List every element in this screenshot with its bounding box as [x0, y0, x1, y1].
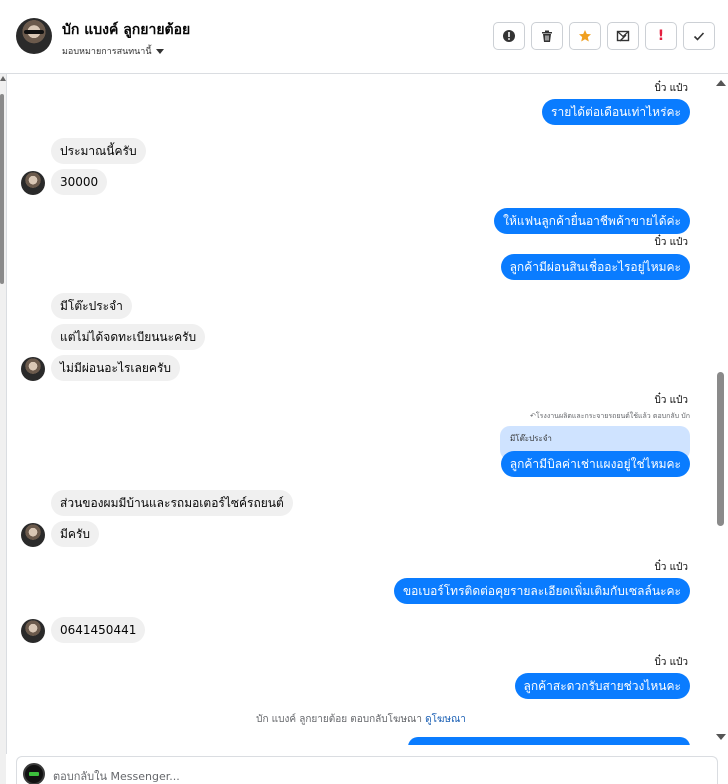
move-to-inbox-button[interactable]	[607, 22, 639, 50]
outer-scroll-thumb[interactable]	[0, 94, 4, 284]
trash-icon	[542, 30, 552, 42]
message-outgoing[interactable]: ลูกค้ามีบิลค่าเช่าแผงอยู่ใช่ไหมคะ	[500, 451, 690, 477]
message-incoming[interactable]: ไม่มีผ่อนอะไรเลยครับ	[51, 355, 181, 381]
conversation-header: บัก แบงค์ ลูกยายต้อย มอบหมายการสนทนานี้ …	[0, 0, 728, 74]
message-outgoing[interactable]: รายได้ต่อเดือนเท่าไหร่คะ	[542, 99, 690, 125]
message-outgoing-partial[interactable]	[408, 737, 690, 745]
contact-avatar-small[interactable]	[21, 523, 45, 547]
contact-name[interactable]: บัก แบงค์ ลูกยายต้อย	[62, 19, 190, 41]
exclamation-icon: !	[657, 28, 665, 44]
check-icon	[693, 32, 705, 41]
message-incoming[interactable]: ส่วนของผมมีบ้านและรถมอเตอร์ไซค์รถยนต์	[51, 490, 293, 516]
message-outgoing[interactable]: ให้แฟนลูกค้ายื่นอาชีพค้าขายได้ค่ะ	[494, 208, 690, 234]
contact-avatar-small[interactable]	[21, 171, 45, 195]
reply-note: ↶โรงงานผลิตและกระจายรถยนต์ใช้แล้ว ตอบกลั…	[530, 412, 690, 420]
contact-avatar-small[interactable]	[21, 357, 45, 381]
message-outgoing[interactable]: ลูกค้ามีผ่อนสินเชื่ออะไรอยู่ไหมคะ	[500, 254, 690, 280]
conversation-toolbar: !	[493, 22, 715, 50]
message-outgoing[interactable]: ลูกค้าสะดวกรับสายช่วงไหนคะ	[514, 673, 690, 699]
mail-x-icon	[616, 30, 630, 42]
view-ad-link[interactable]: ดูโฆษณา	[425, 714, 466, 725]
report-button[interactable]	[493, 22, 525, 50]
mark-done-button[interactable]	[683, 22, 715, 50]
contact-avatar-small[interactable]	[21, 619, 45, 643]
message-thread[interactable]: บิ๋ว แป๋ว รายได้ต่อเดือนเท่าไหร่คะ ประมา…	[8, 75, 714, 745]
caret-down-icon	[155, 49, 164, 54]
scroll-up-icon[interactable]	[716, 80, 726, 86]
delete-button[interactable]	[531, 22, 563, 50]
message-incoming[interactable]: แต่ไม่ได้จดทะเบียนนะครับ	[51, 324, 206, 350]
thread-scroll-thumb[interactable]	[717, 372, 724, 526]
ad-reply-line: บัก แบงค์ ลูกยายต้อย ตอบกลับโฆษณา ดูโฆษณ…	[8, 712, 714, 727]
ad-reply-text: บัก แบงค์ ลูกยายต้อย ตอบกลับโฆษณา	[256, 714, 422, 725]
star-icon	[579, 30, 591, 42]
sender-name: บิ๋ว แป๋ว	[654, 562, 688, 573]
message-composer[interactable]: ตอบกลับใน Messenger...	[16, 756, 718, 784]
reply-input[interactable]: ตอบกลับใน Messenger...	[53, 767, 180, 784]
message-incoming[interactable]: ประมาณนี้ครับ	[51, 138, 146, 164]
scroll-down-icon[interactable]	[716, 734, 726, 740]
priority-button[interactable]: !	[645, 22, 677, 50]
contact-avatar[interactable]	[16, 18, 52, 54]
alert-circle-icon	[503, 30, 515, 42]
message-incoming[interactable]: มีครับ	[51, 521, 99, 547]
sender-name: บิ๋ว แป๋ว	[654, 657, 688, 668]
message-outgoing[interactable]: ขอเบอร์โทรติดต่อคุยรายละเอียดเพิ่มเติมกั…	[393, 578, 690, 604]
assign-conversation-dropdown[interactable]: มอบหมายการสนทนานี้	[62, 44, 164, 58]
star-button[interactable]	[569, 22, 601, 50]
sender-name: บิ๋ว แป๋ว	[654, 395, 688, 406]
message-incoming[interactable]: 30000	[51, 169, 108, 195]
assign-label: มอบหมายการสนทนานี้	[62, 47, 152, 57]
page-avatar	[23, 763, 45, 784]
thread-scrollbar[interactable]	[714, 74, 728, 754]
message-incoming[interactable]: มีโต๊ะประจำ	[51, 293, 132, 319]
sender-name: บิ๋ว แป๋ว	[654, 83, 688, 94]
message-incoming[interactable]: 0641450441	[51, 617, 146, 643]
quoted-text: มีโต๊ะประจำ	[510, 434, 552, 443]
sender-name: บิ๋ว แป๋ว	[654, 237, 688, 248]
divider	[6, 74, 7, 754]
